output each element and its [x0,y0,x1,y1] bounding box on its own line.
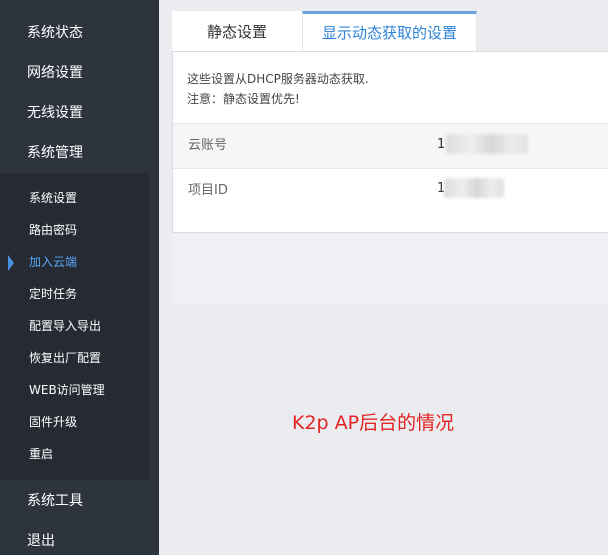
sidebar-item-web-access[interactable]: WEB访问管理 [29,382,105,398]
redacted-mask [444,178,504,198]
redacted-mask [446,134,528,154]
nav-system-tools[interactable]: 系统工具 [27,491,83,511]
tab-dynamic-settings[interactable]: 显示动态获取的设置 [302,11,477,51]
cloud-account-label: 云账号 [188,138,228,153]
nav-system-status[interactable]: 系统状态 [27,23,83,43]
sidebar-item-system-settings[interactable]: 系统设置 [29,190,77,206]
nav-system-management[interactable]: 系统管理 [27,143,83,163]
sidebar-item-config-import-export[interactable]: 配置导入导出 [29,318,101,334]
sidebar-item-scheduled-tasks[interactable]: 定时任务 [29,286,77,302]
sidebar-item-factory-reset[interactable]: 恢复出厂配置 [29,350,101,366]
nav-network-settings[interactable]: 网络设置 [27,63,83,83]
sidebar-item-firmware-upgrade[interactable]: 固件升级 [29,414,77,430]
nav-wireless-settings[interactable]: 无线设置 [27,103,83,123]
cloud-account-value: 1 [437,137,446,152]
sidebar: 系统状态 网络设置 无线设置 系统管理 系统设置 路由密码 加入云端 定时任务 … [0,0,159,555]
nav-logout[interactable]: 退出 [27,531,55,551]
notice-line-1: 这些设置从DHCP服务器动态获取. [187,72,369,86]
sidebar-item-router-password[interactable]: 路由密码 [29,222,77,238]
lower-panel [172,234,608,305]
tab-static-settings[interactable]: 静态设置 [172,11,302,51]
project-id-label: 项目ID [188,183,228,198]
annotation-text: K2p AP后台的情况 [292,412,455,434]
notice-line-2: 注意：静态设置优先! [187,92,300,106]
table-row-highlight [173,123,608,169]
sidebar-item-join-cloud[interactable]: 加入云端 [29,254,77,270]
active-indicator-icon [8,255,14,271]
sidebar-item-reboot[interactable]: 重启 [29,446,53,462]
